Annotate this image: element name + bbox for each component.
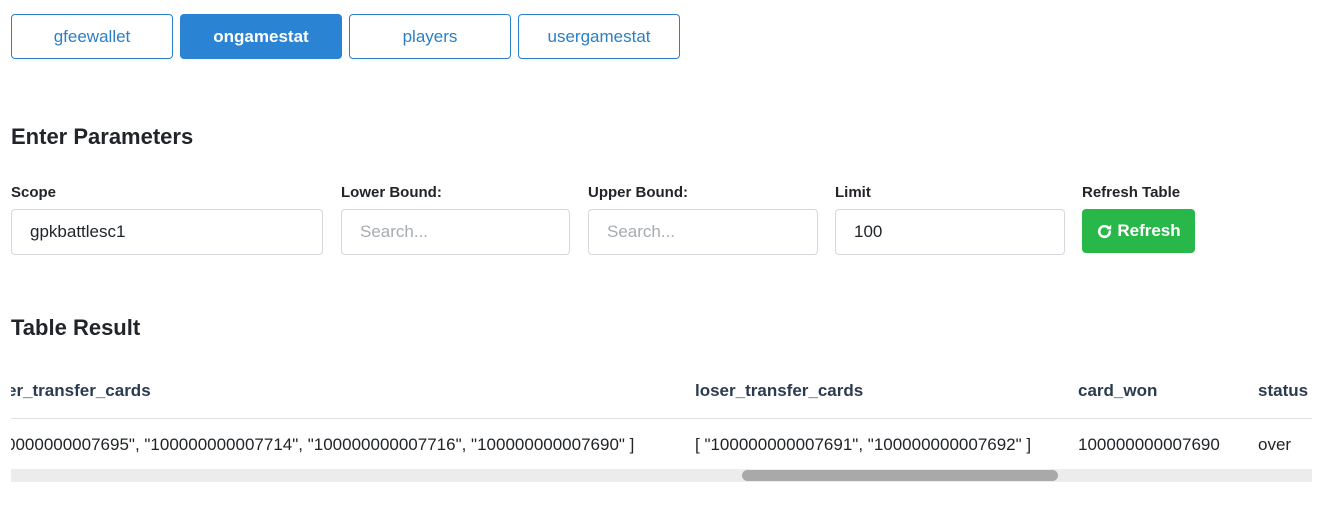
table-tabs: gfeewallet ongamestat players usergamest… xyxy=(11,14,680,59)
refresh-table-label: Refresh Table xyxy=(1082,184,1181,201)
refresh-button[interactable]: Refresh xyxy=(1082,209,1195,253)
params-heading: Enter Parameters xyxy=(11,124,194,149)
scrollbar-thumb[interactable] xyxy=(742,470,1058,481)
horizontal-scrollbar[interactable] xyxy=(11,469,1312,482)
result-heading: Table Result xyxy=(11,315,141,340)
scope-label: Scope xyxy=(11,184,57,201)
tab-gfeewallet[interactable]: gfeewallet xyxy=(11,14,173,59)
table-cell-card-won: 100000000007690 xyxy=(1078,435,1220,454)
table-cell-winner-transfer-cards: 0000000007695", "100000000007714", "1000… xyxy=(11,435,635,454)
lower-bound-input[interactable] xyxy=(341,209,570,255)
column-header-winner-transfer-cards[interactable]: er_transfer_cards xyxy=(11,381,151,401)
upper-bound-label: Upper Bound: xyxy=(588,184,688,201)
tab-usergamestat[interactable]: usergamestat xyxy=(518,14,680,59)
limit-input[interactable] xyxy=(835,209,1065,255)
column-header-loser-transfer-cards[interactable]: loser_transfer_cards xyxy=(695,381,863,401)
lower-bound-label: Lower Bound: xyxy=(341,184,442,201)
row-divider xyxy=(11,418,1312,419)
refresh-icon xyxy=(1096,223,1113,240)
tab-players[interactable]: players xyxy=(349,14,511,59)
tab-ongamestat[interactable]: ongamestat xyxy=(180,14,342,59)
scope-input[interactable] xyxy=(11,209,323,255)
table-cell-status: over xyxy=(1258,435,1292,454)
upper-bound-input[interactable] xyxy=(588,209,818,255)
limit-label: Limit xyxy=(835,184,871,201)
table-cell-loser-transfer-cards: [ "100000000007691", "100000000007692" ] xyxy=(695,435,1032,454)
result-table: er_transfer_cards loser_transfer_cards c… xyxy=(11,362,1312,482)
column-header-card-won[interactable]: card_won xyxy=(1078,381,1157,401)
column-header-status[interactable]: status xyxy=(1258,381,1308,401)
refresh-button-label: Refresh xyxy=(1117,221,1181,240)
